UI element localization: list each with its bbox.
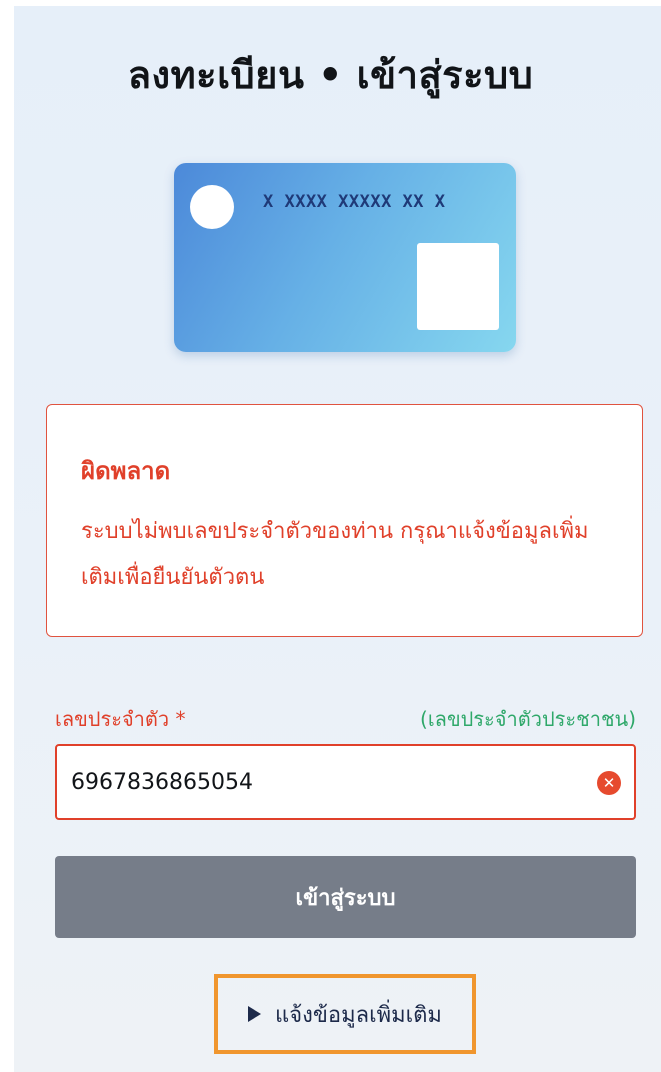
card-chip-circle [190, 185, 234, 229]
page-title: ลงทะเบียน • เข้าสู่ระบบ [127, 53, 534, 97]
clear-icon[interactable]: ✕ [597, 771, 621, 795]
id-input-container: ✕ [55, 744, 636, 820]
error-title: ผิดพลาด [81, 457, 171, 485]
more-info-label: แจ้งข้อมูลเพิ่มเติม [275, 1002, 442, 1028]
error-message: ระบบไม่พบเลขประจำตัวของท่าน กรุณาแจ้งข้อ… [81, 519, 589, 590]
more-info-button[interactable]: แจ้งข้อมูลเพิ่มเติม [214, 974, 476, 1054]
id-field-label: เลขประจำตัว * [55, 707, 186, 731]
login-button[interactable]: เข้าสู่ระบบ [55, 856, 636, 938]
card-number-mask: X XXXX XXXXX XX X [263, 192, 446, 212]
play-icon [248, 1006, 262, 1022]
id-field-hint: (เลขประจำตัวประชาชน) [420, 707, 636, 731]
id-number-input[interactable] [71, 746, 551, 818]
error-alert: ผิดพลาด ระบบไม่พบเลขประจำตัวของท่าน กรุณ… [46, 404, 643, 637]
id-card-illustration: X XXXX XXXXX XX X [174, 163, 516, 352]
card-photo-placeholder [417, 243, 499, 330]
